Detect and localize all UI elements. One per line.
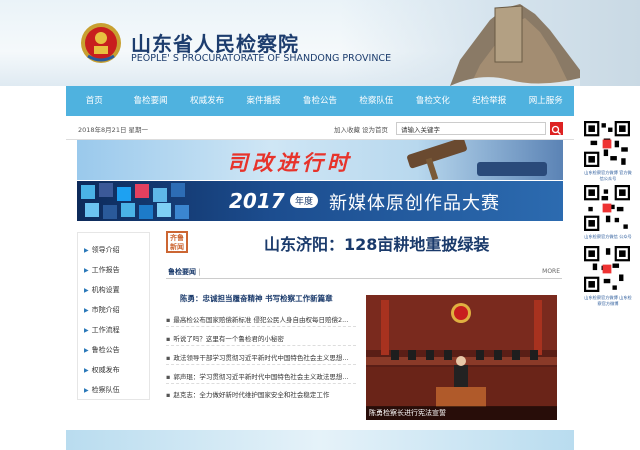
bullet-icon: ▪: [166, 354, 171, 362]
qr-code-icon[interactable]: [584, 185, 630, 231]
sidebar-item-city-offices[interactable]: ▶ 市院介绍: [84, 305, 120, 315]
bullet-icon: ▪: [166, 373, 171, 381]
arrow-right-icon: ▶: [84, 387, 89, 394]
nav-item-notices[interactable]: 鲁检公告: [292, 86, 348, 116]
news-item[interactable]: ▪ 政法领导干部学习贯彻习近平新时代中国特色社会主义思想...: [166, 352, 356, 362]
news-item-text: 赵克志：全力做好新时代维护国家安全和社会稳定工作: [173, 391, 330, 399]
qr-code-icon[interactable]: [584, 246, 630, 292]
new-media-contest-banner[interactable]: 2017 年度 新媒体原创作品大赛: [77, 181, 563, 221]
sidebar-item-structure[interactable]: ▶ 机构设置: [84, 285, 120, 295]
sidebar-item-label: 权威发布: [91, 366, 120, 374]
main-nav: 首页 鲁检要闻 权威发布 案件播报 鲁检公告 检察队伍 鲁检文化 纪检举报 网上…: [66, 86, 574, 116]
assembly-hall-image: [366, 295, 557, 420]
qr-caption: 山东检察官方微信 公众号: [584, 234, 632, 239]
qr-caption: 山东检察官方微博 山东检察官方微博: [584, 295, 632, 306]
arrow-right-icon: ▶: [84, 247, 89, 254]
sidebar-item-team[interactable]: ▶ 检察队伍: [84, 385, 120, 395]
nav-item-report[interactable]: 纪检举报: [461, 86, 517, 116]
qr-code-icon[interactable]: [584, 121, 630, 167]
news-section-header: 鲁检要闻 | MORE: [166, 265, 562, 279]
more-link[interactable]: MORE: [542, 268, 560, 275]
sidebar-item-label: 鲁检公告: [91, 346, 120, 354]
arrow-right-icon: ▶: [84, 287, 89, 294]
arrow-right-icon: ▶: [84, 327, 89, 334]
banner-reform-text: 司改进行时: [227, 150, 352, 175]
site-header: 山东省人民检察院 PEOPLE' S PROCURATORATE OF SHAN…: [0, 0, 640, 86]
lead-news-link[interactable]: 陈勇：忠诚担当履奋精神 书写检察工作新篇章: [180, 293, 333, 304]
sidebar-item-label: 工作流程: [91, 326, 120, 334]
bullet-icon: ▪: [166, 335, 171, 343]
sidebar-item-label: 市院介绍: [91, 306, 120, 314]
news-item[interactable]: ▪ 郭声琨：学习贯彻习近平新时代中国特色社会主义政法思想...: [166, 371, 356, 381]
arrow-right-icon: ▶: [84, 307, 89, 314]
social-media-icons: [81, 183, 189, 219]
news-item-text: 政法领导干部学习贯彻习近平新时代中国特色社会主义思想...: [173, 354, 349, 362]
banner-year-tag: 年度: [290, 193, 319, 208]
headline-link[interactable]: 山东济阳：128亩耕地重披绿装: [264, 231, 489, 255]
arrow-right-icon: ▶: [84, 347, 89, 354]
news-photo[interactable]: 陈勇检察长进行宪法宣誓: [366, 295, 557, 420]
sidebar-item-work-report[interactable]: ▶ 工作报告: [84, 265, 120, 275]
procuratorate-emblem-icon: [81, 23, 121, 63]
set-homepage-link[interactable]: 设为首页: [362, 124, 388, 134]
judicial-reform-banner[interactable]: 司改进行时: [77, 140, 563, 180]
sidebar-item-releases[interactable]: ▶ 权威发布: [84, 365, 120, 375]
divider: [166, 326, 356, 327]
nav-item-releases[interactable]: 权威发布: [179, 86, 235, 116]
news-item[interactable]: ▪ 最高检公布国家赔偿新标准 侵犯公民人身自由权每日赔偿2...: [166, 314, 356, 324]
search-button[interactable]: [550, 122, 563, 135]
nav-item-home[interactable]: 首页: [66, 86, 122, 116]
sidebar-item-leaders[interactable]: ▶ 领导介绍: [84, 245, 120, 255]
section-title-text: 鲁检要闻: [168, 268, 196, 276]
add-favorite-link[interactable]: 加入收藏: [334, 124, 360, 134]
bullet-icon: ▪: [166, 316, 171, 324]
news-item-text: 郭声琨：学习贯彻习近平新时代中国特色社会主义政法思想...: [173, 373, 349, 381]
news-item-text: 最高检公布国家赔偿新标准 侵犯公民人身自由权每日赔偿2...: [173, 316, 349, 324]
banner-contest-text: 新媒体原创作品大赛: [329, 193, 500, 214]
sidebar-item-label: 领导介绍: [91, 246, 120, 254]
footer-banner: [66, 430, 574, 450]
arrow-right-icon: ▶: [84, 267, 89, 274]
photo-caption: 陈勇检察长进行宪法宣誓: [366, 406, 557, 420]
divider: [166, 383, 356, 384]
site-subtitle: PEOPLE' S PROCURATORATE OF SHANDONG PROV…: [131, 53, 392, 64]
search-icon: [551, 125, 561, 135]
news-item[interactable]: ▪ 听说了吗？这里有一个鲁检君的小秘密: [166, 333, 356, 343]
divider: [166, 364, 356, 365]
section-title: 鲁检要闻 |: [168, 268, 201, 276]
nav-item-online-service[interactable]: 网上服务: [518, 86, 574, 116]
nav-item-culture[interactable]: 鲁检文化: [405, 86, 461, 116]
mount-tai-illustration: [450, 4, 580, 86]
arrow-right-icon: ▶: [84, 367, 89, 374]
sidebar-item-notices[interactable]: ▶ 鲁检公告: [84, 345, 120, 355]
current-date: 2018年8月21日 星期一: [78, 126, 149, 134]
sidebar-item-label: 检察队伍: [91, 386, 120, 394]
news-item-text: 听说了吗？这里有一个鲁检君的小秘密: [173, 335, 284, 343]
nav-item-team[interactable]: 检察队伍: [348, 86, 404, 116]
sidebar-item-workflow[interactable]: ▶ 工作流程: [84, 325, 120, 335]
bullet-icon: ▪: [166, 391, 171, 399]
sidebar-item-label: 工作报告: [91, 266, 120, 274]
banner-year: 2017: [229, 189, 285, 213]
nav-item-news[interactable]: 鲁检要闻: [122, 86, 178, 116]
search-input[interactable]: [396, 122, 546, 135]
info-bar: 2018年8月21日 星期一 加入收藏 设为首页: [66, 118, 574, 140]
sidebar-menu: ▶ 领导介绍 ▶ 工作报告 ▶ 机构设置 ▶ 市院介绍 ▶ 工作流程 ▶ 鲁检公告 ▶ 权威发…: [77, 232, 150, 400]
qilu-news-stamp: 齐鲁 新闻: [166, 231, 188, 253]
divider: [166, 345, 356, 346]
sidebar-item-label: 机构设置: [91, 286, 120, 294]
nav-item-cases[interactable]: 案件播报: [235, 86, 291, 116]
news-item[interactable]: ▪ 赵克志：全力做好新时代维护国家安全和社会稳定工作: [166, 389, 356, 399]
qr-caption: 山东检察官方微博 官方微信公众号: [584, 170, 632, 181]
